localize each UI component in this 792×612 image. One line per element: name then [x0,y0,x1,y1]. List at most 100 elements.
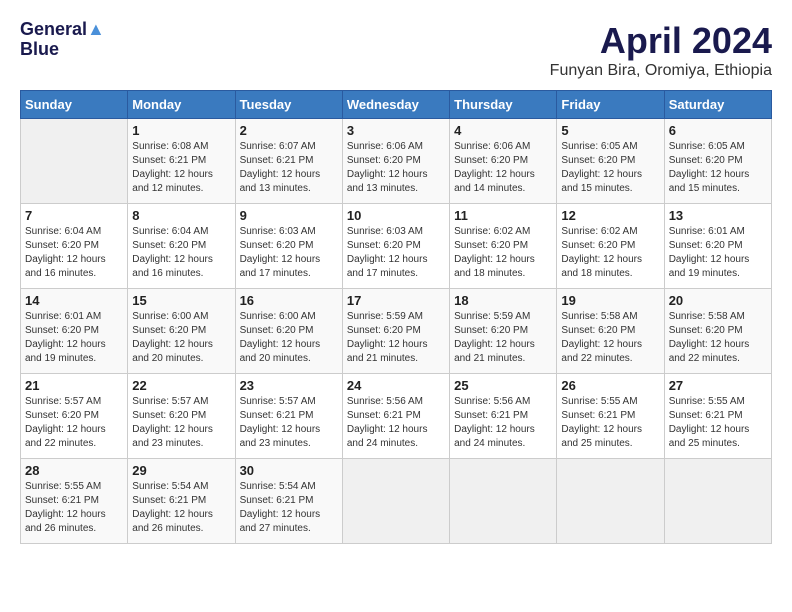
day-info: Sunrise: 5:56 AM Sunset: 6:21 PM Dayligh… [454,395,552,451]
calendar-cell: 28 Sunrise: 5:55 AM Sunset: 6:21 PM Dayli… [21,459,128,544]
day-info: Sunrise: 6:00 AM Sunset: 6:20 PM Dayligh… [132,310,230,366]
day-info: Sunrise: 6:07 AM Sunset: 6:21 PM Dayligh… [240,140,338,196]
day-number: 6 [669,123,767,138]
day-number: 4 [454,123,552,138]
calendar-day-header: Thursday [450,91,557,119]
title-block: April 2024 Funyan Bira, Oromiya, Ethiopi… [550,20,772,80]
day-info: Sunrise: 6:05 AM Sunset: 6:20 PM Dayligh… [561,140,659,196]
day-info: Sunrise: 5:55 AM Sunset: 6:21 PM Dayligh… [669,395,767,451]
page-header: General▲Blue April 2024 Funyan Bira, Oro… [20,20,772,80]
day-number: 16 [240,293,338,308]
day-info: Sunrise: 5:59 AM Sunset: 6:20 PM Dayligh… [454,310,552,366]
day-info: Sunrise: 6:02 AM Sunset: 6:20 PM Dayligh… [454,225,552,281]
day-number: 25 [454,378,552,393]
calendar-cell: 12 Sunrise: 6:02 AM Sunset: 6:20 PM Dayli… [557,204,664,289]
day-info: Sunrise: 6:08 AM Sunset: 6:21 PM Dayligh… [132,140,230,196]
day-number: 13 [669,208,767,223]
calendar-cell: 8 Sunrise: 6:04 AM Sunset: 6:20 PM Daylig… [128,204,235,289]
calendar-cell: 25 Sunrise: 5:56 AM Sunset: 6:21 PM Dayli… [450,374,557,459]
subtitle: Funyan Bira, Oromiya, Ethiopia [550,62,772,80]
calendar-cell: 22 Sunrise: 5:57 AM Sunset: 6:20 PM Dayli… [128,374,235,459]
day-info: Sunrise: 5:55 AM Sunset: 6:21 PM Dayligh… [25,480,123,536]
day-info: Sunrise: 5:59 AM Sunset: 6:20 PM Dayligh… [347,310,445,366]
calendar-cell: 21 Sunrise: 5:57 AM Sunset: 6:20 PM Dayli… [21,374,128,459]
day-number: 30 [240,463,338,478]
day-number: 10 [347,208,445,223]
calendar-cell [557,459,664,544]
calendar-table: SundayMondayTuesdayWednesdayThursdayFrid… [20,90,772,544]
logo: General▲Blue [20,20,105,60]
calendar-cell: 16 Sunrise: 6:00 AM Sunset: 6:20 PM Dayli… [235,289,342,374]
calendar-cell: 9 Sunrise: 6:03 AM Sunset: 6:20 PM Daylig… [235,204,342,289]
calendar-week-row: 1 Sunrise: 6:08 AM Sunset: 6:21 PM Daylig… [21,119,772,204]
day-info: Sunrise: 5:56 AM Sunset: 6:21 PM Dayligh… [347,395,445,451]
calendar-cell [664,459,771,544]
calendar-cell: 24 Sunrise: 5:56 AM Sunset: 6:21 PM Dayli… [342,374,449,459]
day-number: 21 [25,378,123,393]
calendar-cell: 19Sunrise: 5:58 AM Sunset: 6:20 PM Dayli… [557,289,664,374]
day-number: 8 [132,208,230,223]
calendar-cell: 5 Sunrise: 6:05 AM Sunset: 6:20 PM Daylig… [557,119,664,204]
day-number: 20 [669,293,767,308]
day-number: 29 [132,463,230,478]
calendar-week-row: 21 Sunrise: 5:57 AM Sunset: 6:20 PM Dayli… [21,374,772,459]
day-number: 18 [454,293,552,308]
calendar-cell: 26 Sunrise: 5:55 AM Sunset: 6:21 PM Dayli… [557,374,664,459]
day-info: Sunrise: 5:57 AM Sunset: 6:20 PM Dayligh… [132,395,230,451]
calendar-cell: 1 Sunrise: 6:08 AM Sunset: 6:21 PM Daylig… [128,119,235,204]
day-info: Sunrise: 5:54 AM Sunset: 6:21 PM Dayligh… [132,480,230,536]
day-number: 5 [561,123,659,138]
calendar-day-header: Monday [128,91,235,119]
day-number: 2 [240,123,338,138]
day-info: Sunrise: 5:55 AM Sunset: 6:21 PM Dayligh… [561,395,659,451]
day-info: Sunrise: 5:58 AM Sunset: 6:20 PM Dayligh… [561,310,659,366]
day-info: Sunrise: 5:57 AM Sunset: 6:20 PM Dayligh… [25,395,123,451]
day-number: 9 [240,208,338,223]
day-number: 1 [132,123,230,138]
day-number: 14 [25,293,123,308]
day-number: 17 [347,293,445,308]
day-number: 28 [25,463,123,478]
calendar-cell: 4 Sunrise: 6:06 AM Sunset: 6:20 PM Daylig… [450,119,557,204]
day-info: Sunrise: 5:54 AM Sunset: 6:21 PM Dayligh… [240,480,338,536]
main-title: April 2024 [550,20,772,62]
day-info: Sunrise: 6:00 AM Sunset: 6:20 PM Dayligh… [240,310,338,366]
day-info: Sunrise: 6:02 AM Sunset: 6:20 PM Dayligh… [561,225,659,281]
day-number: 11 [454,208,552,223]
calendar-cell: 13Sunrise: 6:01 AM Sunset: 6:20 PM Dayli… [664,204,771,289]
calendar-week-row: 28 Sunrise: 5:55 AM Sunset: 6:21 PM Dayli… [21,459,772,544]
calendar-day-header: Sunday [21,91,128,119]
day-info: Sunrise: 6:03 AM Sunset: 6:20 PM Dayligh… [240,225,338,281]
calendar-week-row: 14 Sunrise: 6:01 AM Sunset: 6:20 PM Dayli… [21,289,772,374]
day-number: 24 [347,378,445,393]
day-info: Sunrise: 6:06 AM Sunset: 6:20 PM Dayligh… [347,140,445,196]
logo-text: General▲Blue [20,20,105,60]
day-number: 3 [347,123,445,138]
day-info: Sunrise: 5:58 AM Sunset: 6:20 PM Dayligh… [669,310,767,366]
calendar-cell: 14 Sunrise: 6:01 AM Sunset: 6:20 PM Dayli… [21,289,128,374]
day-number: 12 [561,208,659,223]
calendar-cell: 27 Sunrise: 5:55 AM Sunset: 6:21 PM Dayli… [664,374,771,459]
day-info: Sunrise: 6:01 AM Sunset: 6:20 PM Dayligh… [25,310,123,366]
calendar-cell: 7Sunrise: 6:04 AM Sunset: 6:20 PM Daylig… [21,204,128,289]
day-number: 22 [132,378,230,393]
day-info: Sunrise: 6:06 AM Sunset: 6:20 PM Dayligh… [454,140,552,196]
day-info: Sunrise: 5:57 AM Sunset: 6:21 PM Dayligh… [240,395,338,451]
day-number: 26 [561,378,659,393]
calendar-cell: 10 Sunrise: 6:03 AM Sunset: 6:20 PM Dayli… [342,204,449,289]
calendar-week-row: 7Sunrise: 6:04 AM Sunset: 6:20 PM Daylig… [21,204,772,289]
calendar-day-header: Saturday [664,91,771,119]
calendar-cell [21,119,128,204]
calendar-cell: 18 Sunrise: 5:59 AM Sunset: 6:20 PM Dayli… [450,289,557,374]
calendar-cell: 15Sunrise: 6:00 AM Sunset: 6:20 PM Dayli… [128,289,235,374]
day-number: 23 [240,378,338,393]
day-info: Sunrise: 6:04 AM Sunset: 6:20 PM Dayligh… [132,225,230,281]
day-info: Sunrise: 6:03 AM Sunset: 6:20 PM Dayligh… [347,225,445,281]
calendar-cell: 3 Sunrise: 6:06 AM Sunset: 6:20 PM Daylig… [342,119,449,204]
day-number: 27 [669,378,767,393]
calendar-day-header: Friday [557,91,664,119]
calendar-day-header: Wednesday [342,91,449,119]
calendar-cell: 17 Sunrise: 5:59 AM Sunset: 6:20 PM Dayli… [342,289,449,374]
calendar-cell: 29 Sunrise: 5:54 AM Sunset: 6:21 PM Dayli… [128,459,235,544]
calendar-cell: 23 Sunrise: 5:57 AM Sunset: 6:21 PM Dayli… [235,374,342,459]
